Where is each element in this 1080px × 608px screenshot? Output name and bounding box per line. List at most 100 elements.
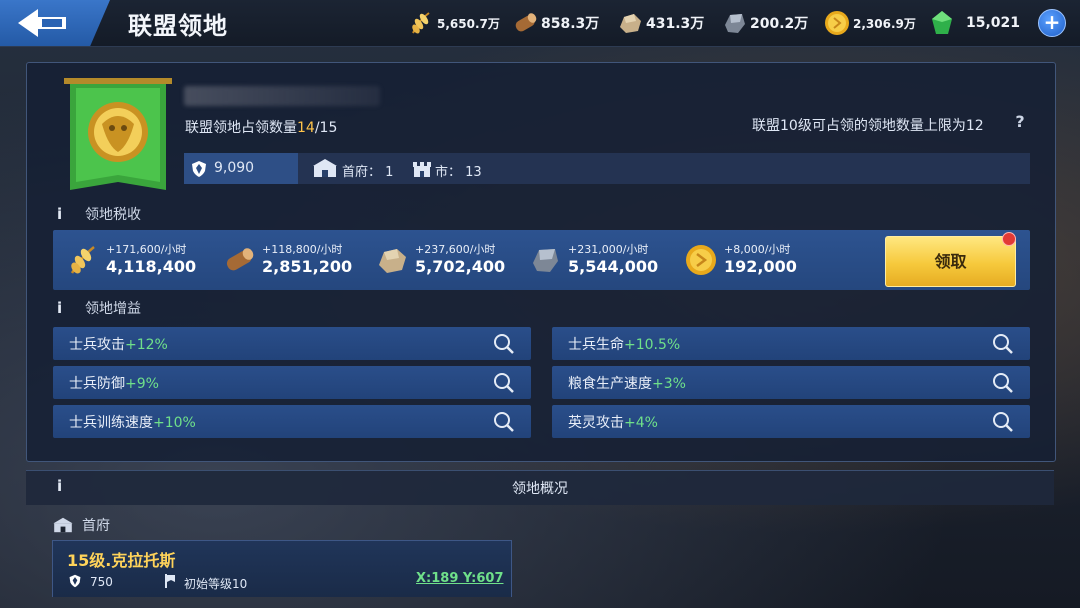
iron-icon: [725, 14, 745, 33]
shield-power-icon: [192, 161, 206, 177]
city-name: 15级.克拉托斯: [67, 551, 176, 570]
tax-rate: +231,000/小时: [568, 243, 649, 256]
gold-amount: 2,306.9万: [853, 16, 916, 31]
buff-name: 士兵训练速度: [69, 414, 153, 431]
help-icon[interactable]: ?: [1010, 112, 1030, 132]
wheat-icon: [70, 246, 95, 274]
buff-name: 士兵生命: [568, 336, 624, 353]
tax-item-wheat: +171,600/小时 4,118,400: [66, 236, 196, 284]
alliance-banner-icon: [64, 78, 172, 190]
tax-item-wood: +118,800/小时 2,851,200: [222, 236, 352, 284]
tax-amount: 2,851,200: [262, 257, 353, 276]
capital-building-icon: [313, 159, 337, 177]
buff-value: +10.5%: [624, 336, 681, 353]
stone-icon: [379, 249, 406, 273]
tax-section-header: i 领地税收: [57, 204, 141, 224]
info-icon[interactable]: i: [57, 205, 71, 223]
city-power: 750: [90, 575, 113, 589]
wood-icon: [226, 248, 254, 271]
capital-building-icon: [53, 517, 73, 533]
tax-rate: +118,800/小时: [262, 243, 343, 256]
magnifier-icon[interactable]: [992, 333, 1014, 355]
stone-amount: 431.3万: [646, 16, 705, 32]
page-title: 联盟领地: [128, 12, 228, 40]
buff-row-soldier-health[interactable]: 士兵生命+10.5%: [552, 327, 1030, 360]
resource-gold[interactable]: 2,306.9万: [823, 8, 916, 38]
buff-section-title: 领地增益: [85, 301, 141, 317]
back-arrow-icon: [18, 9, 66, 37]
shield-power-icon: [69, 574, 81, 588]
city-count: 市： 13: [435, 161, 482, 180]
overview-title: 领地概况: [512, 481, 568, 497]
buff-section-header: i 领地增益: [57, 298, 141, 318]
territory-count-total: /15: [314, 120, 338, 136]
territory-count-label: 联盟领地占领数量: [185, 120, 297, 136]
resource-iron[interactable]: 200.2万: [720, 8, 808, 38]
resource-wheat[interactable]: 5,650.7万: [407, 8, 500, 38]
tax-item-iron: +231,000/小时 5,544,000: [528, 236, 658, 284]
resource-stone[interactable]: 431.3万: [616, 8, 704, 38]
buff-label: 士兵攻击+12%: [69, 334, 168, 354]
stone-icon: [620, 14, 641, 33]
city-count-label: 市：: [435, 165, 462, 180]
buff-name: 英灵攻击: [568, 414, 624, 431]
city-count-value: 13: [465, 165, 482, 180]
wheat-amount: 5,650.7万: [437, 16, 500, 31]
alliance-name-redacted: [184, 86, 380, 106]
buff-name: 粮食生产速度: [568, 375, 652, 392]
capital-count: 首府： 1: [342, 161, 393, 180]
buff-value: +4%: [624, 414, 658, 431]
gold-coin-icon: [686, 245, 716, 275]
buff-value: +3%: [652, 375, 686, 392]
resource-gem[interactable]: 15,021: [928, 8, 1020, 38]
capital-count-label: 首府：: [342, 165, 382, 180]
buff-row-training-speed[interactable]: 士兵训练速度+10%: [53, 405, 531, 438]
tax-rate: +8,000/小时: [724, 243, 791, 256]
resource-wood[interactable]: 858.3万: [511, 8, 599, 38]
tax-amount: 5,702,400: [415, 257, 506, 276]
tax-item-stone: +237,600/小时 5,702,400: [375, 236, 505, 284]
buff-label: 英灵攻击+4%: [568, 412, 658, 432]
wood-icon: [515, 13, 537, 32]
tax-rate: +171,600/小时: [106, 243, 187, 256]
add-gems-button[interactable]: +: [1038, 9, 1066, 37]
buff-row-hero-attack[interactable]: 英灵攻击+4%: [552, 405, 1030, 438]
tax-amount: 192,000: [724, 257, 797, 276]
capital-heading-label: 首府: [82, 518, 110, 534]
tax-amount: 4,118,400: [106, 257, 197, 276]
buff-row-soldier-defense[interactable]: 士兵防御+9%: [53, 366, 531, 399]
magnifier-icon[interactable]: [992, 411, 1014, 433]
capital-count-value: 1: [385, 165, 394, 180]
tax-section-title: 领地税收: [85, 207, 141, 223]
buff-name: 士兵防御: [69, 375, 125, 392]
claim-button[interactable]: 领取: [885, 236, 1016, 287]
city-coordinates-link[interactable]: X:189 Y:607: [416, 571, 504, 586]
iron-amount: 200.2万: [750, 16, 809, 32]
buff-value: +10%: [153, 414, 196, 431]
city-building-icon: [413, 162, 431, 177]
iron-icon: [533, 249, 558, 272]
tax-item-gold: +8,000/小时 192,000: [684, 236, 797, 284]
wood-amount: 858.3万: [541, 16, 600, 32]
gem-icon: [932, 11, 952, 34]
gold-coin-icon: [825, 11, 849, 35]
notification-dot: [1002, 232, 1016, 246]
wheat-icon: [412, 12, 430, 34]
buff-row-soldier-attack[interactable]: 士兵攻击+12%: [53, 327, 531, 360]
territory-count-current: 14: [297, 120, 315, 136]
buff-row-food-production[interactable]: 粮食生产速度+3%: [552, 366, 1030, 399]
magnifier-icon[interactable]: [493, 333, 515, 355]
tax-amount: 5,544,000: [568, 257, 659, 276]
magnifier-icon[interactable]: [493, 411, 515, 433]
buff-label: 粮食生产速度+3%: [568, 373, 686, 393]
buff-label: 士兵防御+9%: [69, 373, 159, 393]
buff-value: +12%: [125, 336, 168, 353]
buff-label: 士兵训练速度+10%: [69, 412, 196, 432]
magnifier-icon[interactable]: [493, 372, 515, 394]
magnifier-icon[interactable]: [992, 372, 1014, 394]
buff-name: 士兵攻击: [69, 336, 125, 353]
info-icon[interactable]: i: [57, 299, 71, 317]
territory-limit-text: 联盟10级可占领的领地数量上限为12: [752, 118, 984, 134]
city-level: 初始等级10: [184, 577, 248, 591]
gem-amount: 15,021: [966, 15, 1021, 31]
